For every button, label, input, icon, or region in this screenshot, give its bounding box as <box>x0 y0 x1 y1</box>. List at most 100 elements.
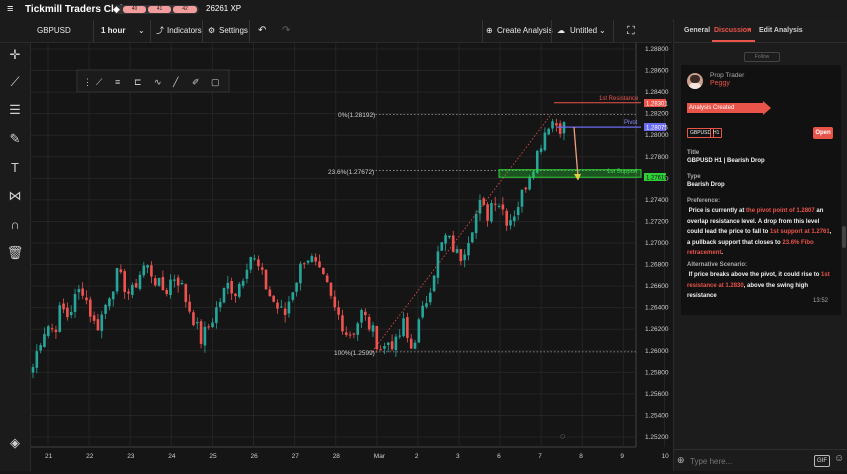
drawing-tools-sidebar: ✛ ⟋ ☰ ✎ T ⋈ ∩ 🗑 ◈ <box>0 43 31 471</box>
pattern-icon[interactable]: ⋈ <box>4 185 26 207</box>
analysis-card: Prop Trader Peggy Analysis Created GBPUS… <box>681 65 841 315</box>
y-tick-label: 1.28600 <box>645 68 669 75</box>
candle-body <box>161 276 165 291</box>
brush-tool-icon[interactable]: ✐ <box>192 77 200 87</box>
line-tool-icon[interactable]: ╱ <box>172 76 179 88</box>
candle-body <box>111 291 115 300</box>
price-chart[interactable]: 1.28800 1.28600 1.28400 1.28200 1.28000 1.278… <box>31 43 672 471</box>
candle-body <box>295 282 298 292</box>
candle-body <box>272 295 275 302</box>
trash-icon[interactable]: 🗑 <box>4 242 26 264</box>
chevron-down-icon[interactable]: ⌄ <box>599 20 606 42</box>
drag-handle-icon[interactable]: ⋮ <box>83 77 92 87</box>
text-icon[interactable]: T <box>4 157 26 179</box>
scrollbar[interactable] <box>842 226 846 248</box>
layers-icon[interactable]: ◈ <box>4 432 26 454</box>
candle-body <box>325 275 329 283</box>
chat-input[interactable] <box>688 454 812 469</box>
level-40: 40 <box>123 6 146 13</box>
emoji-icon[interactable]: ☺ <box>834 453 844 464</box>
x-tick-label: 7 <box>538 453 542 460</box>
candle-body <box>390 341 394 350</box>
x-tick-label: Mar <box>374 453 386 460</box>
fib-0-label: 0%(1.28192) <box>338 112 375 119</box>
candle-body <box>268 289 272 297</box>
channel-tool-icon[interactable]: ⊏ <box>134 77 142 87</box>
rectangle-tool-icon[interactable]: ▢ <box>211 77 220 87</box>
candle-body <box>92 315 96 321</box>
candle-body <box>417 319 421 343</box>
candle-body <box>31 367 35 373</box>
created-label: Analysis Created <box>689 105 735 111</box>
x-tick-label: 21 <box>45 453 53 460</box>
x-tick-label: 2 <box>415 453 419 460</box>
lightbulb-icon[interactable]: ◌ <box>560 431 565 441</box>
candle-body <box>520 189 524 207</box>
candle-body <box>43 334 46 347</box>
candle-body <box>490 202 493 222</box>
timeframe-badge: H1 <box>710 128 723 138</box>
follow-button[interactable]: Follow <box>744 52 780 62</box>
message-time: 13:52 <box>813 298 829 304</box>
x-tick-label: 27 <box>292 453 300 460</box>
plus-icon[interactable]: ⊕ <box>677 455 685 466</box>
candle-body <box>421 305 424 318</box>
candle-body <box>455 249 459 253</box>
candle-body <box>474 213 478 234</box>
brush-icon[interactable]: ✎ <box>4 128 26 150</box>
candle-body <box>509 220 512 226</box>
candle-body <box>215 307 218 323</box>
candle-body <box>85 297 88 301</box>
candle-body <box>207 326 211 328</box>
gif-button[interactable]: GIF <box>814 455 830 467</box>
support-price-tag: 1.27619 <box>646 176 668 182</box>
fib-levels-icon[interactable]: ☰ <box>4 99 26 121</box>
redo-icon[interactable]: ↷ <box>282 20 290 42</box>
menu-icon[interactable]: ≡ <box>7 3 13 15</box>
candle-body <box>195 322 199 324</box>
layout-name[interactable]: Untitled <box>570 20 597 42</box>
candle-body <box>409 338 413 349</box>
undo-icon[interactable]: ↶ <box>258 20 266 42</box>
chart-canvas[interactable]: 1.28800 1.28600 1.28400 1.28200 1.28000 1.278… <box>31 43 672 471</box>
open-button[interactable]: Open <box>813 127 833 139</box>
analysis-panel: General Discussion × Edit Analysis Follo… <box>673 20 847 471</box>
candle-body <box>383 346 386 349</box>
magnet-icon[interactable]: ∩ <box>4 214 26 236</box>
candle-body <box>131 284 134 295</box>
x-tick-label: 25 <box>209 453 217 460</box>
tab-discussion[interactable]: Discussion <box>714 20 751 42</box>
candle-body <box>260 267 264 270</box>
candle-body <box>134 283 138 288</box>
candle-body <box>280 306 283 308</box>
fullscreen-icon[interactable]: ⛶ <box>627 20 635 42</box>
indicators-button[interactable]: Indicators <box>167 20 202 42</box>
candle-body <box>81 288 84 296</box>
tab-edit-analysis[interactable]: Edit Analysis <box>759 20 803 42</box>
path-tool-icon[interactable]: ∿ <box>154 77 162 87</box>
lines-tool-icon[interactable]: ≡ <box>115 77 120 87</box>
close-tab-icon[interactable]: × <box>747 20 751 42</box>
create-analysis-button[interactable]: Create Analysis <box>497 20 553 42</box>
candle-body <box>77 289 81 293</box>
timeframe-selector[interactable]: 1 hour <box>101 20 125 42</box>
trendline-icon[interactable]: ⟋ <box>4 71 26 93</box>
x-tick-label: 10 <box>662 453 670 460</box>
candle-body <box>153 278 157 286</box>
settings-button[interactable]: Settings <box>219 20 248 42</box>
y-tick-label: 1.27800 <box>645 154 669 161</box>
level-41: 41 <box>148 6 171 13</box>
candle-body <box>318 261 321 268</box>
candle-body <box>245 269 249 279</box>
candle-body <box>471 232 474 243</box>
candle-body <box>241 280 245 286</box>
tab-general[interactable]: General <box>684 20 710 42</box>
candle-body <box>398 335 402 337</box>
symbol-selector[interactable]: GBPUSD <box>37 20 71 42</box>
candle-body <box>104 304 107 314</box>
user-name[interactable]: Peggy <box>710 80 730 87</box>
chevron-down-icon[interactable]: ⌄ <box>138 20 145 42</box>
crosshair-icon[interactable]: ✛ <box>4 44 26 66</box>
ray-tool-icon[interactable]: ⟋ <box>96 77 103 87</box>
candle-body <box>367 316 371 330</box>
